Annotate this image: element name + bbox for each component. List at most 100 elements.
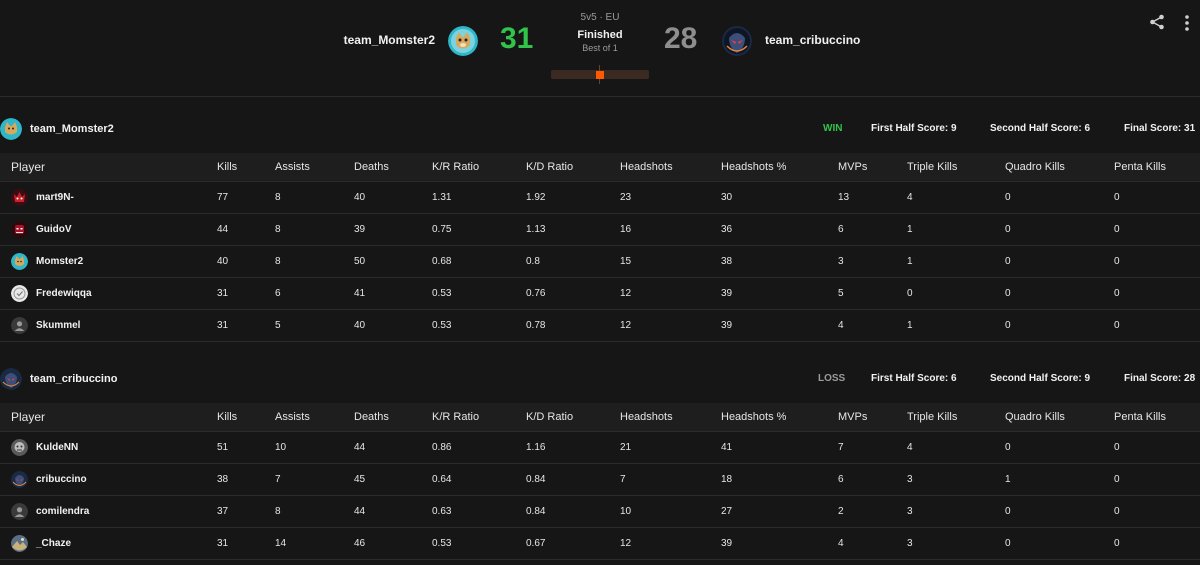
stat-assists: 8 [275, 245, 354, 278]
team-right-avatar[interactable] [722, 26, 752, 56]
stat-deaths: 44 [354, 431, 432, 464]
col-header-penta-kills[interactable]: Penta Kills [1114, 403, 1200, 432]
stat-deaths: 41 [354, 277, 432, 310]
col-header-triple-kills[interactable]: Triple Kills [907, 403, 1005, 432]
player-avatar[interactable] [11, 535, 28, 552]
col-header-quadro-kills[interactable]: Quadro Kills [1005, 153, 1114, 182]
player-row[interactable]: GuidoV 44 8 39 0.75 1.13 16 36 6 1 0 0 [0, 213, 1200, 246]
stat-assists: 5 [275, 309, 354, 342]
team-2-section-name[interactable]: team_cribuccino [30, 373, 117, 385]
stat-kills: 31 [217, 277, 275, 310]
stat-penta-kills: 0 [1114, 213, 1200, 246]
player-row[interactable]: _Chaze 31 14 46 0.53 0.67 12 39 4 3 0 0 [0, 527, 1200, 560]
team-2-small-avatar [0, 368, 22, 390]
player-link[interactable]: comilendra [11, 503, 217, 520]
player-link[interactable]: _Chaze [11, 535, 217, 552]
player-row[interactable]: comilendra 37 8 44 0.63 0.84 10 27 2 3 0 0 [0, 495, 1200, 528]
player-row[interactable]: Skummel 31 5 40 0.53 0.78 12 39 4 1 0 0 [0, 309, 1200, 342]
player-cell[interactable]: mart9N- [0, 181, 217, 214]
player-link[interactable]: GuidoV [11, 221, 217, 238]
player-name[interactable]: mart9N- [36, 192, 74, 203]
col-header-headshots[interactable]: Headshots [620, 403, 721, 432]
col-header-kills[interactable]: Kills [217, 153, 275, 182]
col-header-deaths[interactable]: Deaths [354, 153, 432, 182]
stat-assists: 8 [275, 181, 354, 214]
player-name[interactable]: Momster2 [36, 256, 83, 267]
player-row[interactable]: KuldeNN 51 10 44 0.86 1.16 21 41 7 4 0 0 [0, 431, 1200, 464]
player-avatar[interactable] [11, 253, 28, 270]
player-cell[interactable]: Momster2 [0, 245, 217, 278]
stat-mvps: 2 [838, 495, 907, 528]
player-link[interactable]: KuldeNN [11, 439, 217, 456]
player-cell[interactable]: comilendra [0, 495, 217, 528]
team-left-name[interactable]: team_Momster2 [344, 33, 435, 47]
stat-penta-kills: 0 [1114, 431, 1200, 464]
stat-headshots-pct: 36 [721, 213, 838, 246]
player-link[interactable]: Momster2 [11, 253, 217, 270]
player-name[interactable]: _Chaze [36, 538, 71, 549]
col-header-headshots[interactable]: Headshots [620, 153, 721, 182]
player-cell[interactable]: Fredewiqqa [0, 277, 217, 310]
stat-headshots: 16 [620, 213, 721, 246]
col-header-kd-ratio[interactable]: K/D Ratio [526, 403, 620, 432]
match-progress-marker [596, 71, 604, 79]
player-link[interactable]: Fredewiqqa [11, 285, 217, 302]
player-avatar[interactable] [11, 471, 28, 488]
col-header-deaths[interactable]: Deaths [354, 403, 432, 432]
player-row[interactable]: cribuccino 38 7 45 0.64 0.84 7 18 6 3 1 0 [0, 463, 1200, 496]
player-avatar[interactable] [11, 317, 28, 334]
share-icon[interactable] [1149, 14, 1165, 30]
col-header-headshots-pct[interactable]: Headshots % [721, 153, 838, 182]
col-header-assists[interactable]: Assists [275, 403, 354, 432]
more-vertical-icon[interactable] [1184, 14, 1190, 32]
stat-kr-ratio: 0.75 [432, 213, 526, 246]
player-avatar[interactable] [11, 439, 28, 456]
player-cell[interactable]: _Chaze [0, 527, 217, 560]
player-row[interactable]: mart9N- 77 8 40 1.31 1.92 23 30 13 4 0 0 [0, 181, 1200, 214]
player-name[interactable]: KuldeNN [36, 442, 78, 453]
player-avatar[interactable] [11, 221, 28, 238]
player-cell[interactable]: KuldeNN [0, 431, 217, 464]
player-name[interactable]: GuidoV [36, 224, 72, 235]
player-link[interactable]: mart9N- [11, 189, 217, 206]
player-cell[interactable]: GuidoV [0, 213, 217, 246]
stat-triple-kills: 3 [907, 495, 1005, 528]
stat-headshots-pct: 38 [721, 245, 838, 278]
col-header-kr-ratio[interactable]: K/R Ratio [432, 403, 526, 432]
player-row[interactable]: Momster2 40 8 50 0.68 0.8 15 38 3 1 0 0 [0, 245, 1200, 278]
col-header-kills[interactable]: Kills [217, 403, 275, 432]
col-header-triple-kills[interactable]: Triple Kills [907, 153, 1005, 182]
player-name[interactable]: cribuccino [36, 474, 87, 485]
player-cell[interactable]: Skummel [0, 309, 217, 342]
team-1-section-name[interactable]: team_Momster2 [30, 123, 114, 135]
col-header-assists[interactable]: Assists [275, 153, 354, 182]
stat-headshots: 12 [620, 527, 721, 560]
col-header-player[interactable]: Player [0, 403, 217, 432]
stat-triple-kills: 4 [907, 431, 1005, 464]
player-row[interactable]: Fredewiqqa 31 6 41 0.53 0.76 12 39 5 0 0 0 [0, 277, 1200, 310]
stat-kills: 38 [217, 463, 275, 496]
player-link[interactable]: cribuccino [11, 471, 217, 488]
col-header-quadro-kills[interactable]: Quadro Kills [1005, 403, 1114, 432]
player-avatar[interactable] [11, 189, 28, 206]
player-avatar[interactable] [11, 503, 28, 520]
team-left-avatar[interactable] [448, 26, 478, 56]
col-header-penta-kills[interactable]: Penta Kills [1114, 153, 1200, 182]
player-name[interactable]: Fredewiqqa [36, 288, 92, 299]
player-link[interactable]: Skummel [11, 317, 217, 334]
team-right-name[interactable]: team_cribuccino [765, 33, 860, 47]
col-header-kd-ratio[interactable]: K/D Ratio [526, 153, 620, 182]
col-header-player[interactable]: Player [0, 153, 217, 182]
player-name[interactable]: comilendra [36, 506, 89, 517]
stat-quadro-kills: 0 [1005, 277, 1114, 310]
stat-triple-kills: 1 [907, 245, 1005, 278]
col-header-mvps[interactable]: MVPs [838, 153, 907, 182]
col-header-mvps[interactable]: MVPs [838, 403, 907, 432]
stat-kr-ratio: 0.68 [432, 245, 526, 278]
player-name[interactable]: Skummel [36, 320, 80, 331]
player-avatar[interactable] [11, 285, 28, 302]
player-cell[interactable]: cribuccino [0, 463, 217, 496]
stat-triple-kills: 1 [907, 309, 1005, 342]
col-header-kr-ratio[interactable]: K/R Ratio [432, 153, 526, 182]
col-header-headshots-pct[interactable]: Headshots % [721, 403, 838, 432]
